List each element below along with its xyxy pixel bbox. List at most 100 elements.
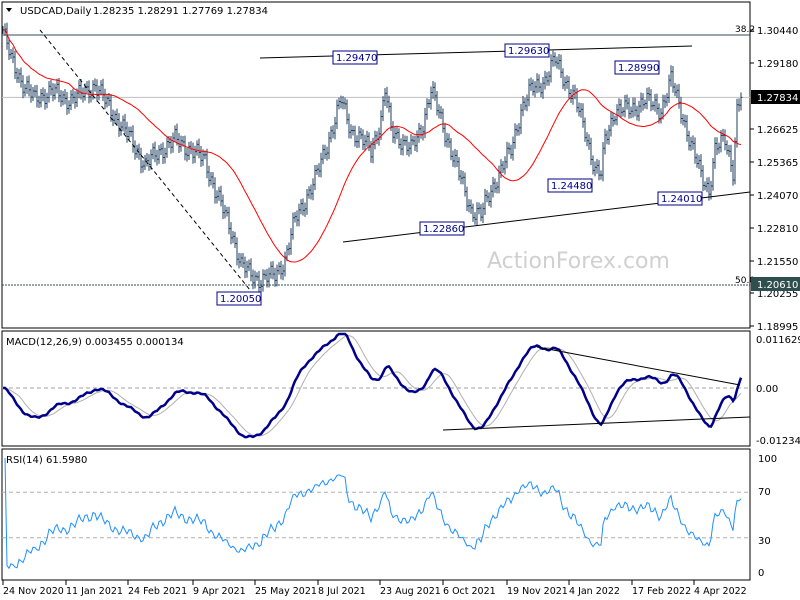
chart-svg: ActionForex.com 38.250.01.294701.296301.…: [1, 1, 800, 597]
macd-tick-label: 0.011629: [756, 335, 800, 346]
price-bar: [610, 112, 613, 137]
price-bar: [104, 88, 107, 110]
price-bar: [502, 161, 505, 173]
price-bar: [628, 98, 631, 119]
rsi-tick-label: 100: [758, 454, 777, 465]
price-bar: [586, 132, 589, 147]
price-bar: [432, 81, 435, 99]
price-bar: [310, 184, 313, 200]
price-bar: [142, 160, 145, 173]
price-bar: [418, 122, 421, 143]
macd-label: MACD(12,26,9) 0.003455 0.000134: [6, 337, 184, 348]
price-bar: [540, 82, 543, 98]
price-bar: [150, 149, 153, 170]
price-bar: [638, 100, 641, 122]
annotation-label: 1.29470: [336, 53, 377, 64]
price-bar: [240, 253, 243, 267]
price-bar: [678, 83, 681, 109]
date-tick-label: 4 Jan 2022: [569, 586, 620, 597]
price-bar: [210, 171, 213, 186]
price-bar: [154, 141, 157, 163]
date-tick-label: 4 Apr 2022: [694, 586, 747, 597]
annotation-label: 1.24010: [661, 194, 702, 205]
date-tick-label: 11 Jan 2021: [66, 586, 123, 597]
price-bar: [144, 154, 147, 171]
price-bar: [194, 145, 197, 164]
price-bar: [566, 75, 569, 89]
price-bar: [62, 90, 65, 106]
price-bar: [362, 129, 365, 151]
price-bar: [114, 110, 117, 125]
dropdown-triangle-icon[interactable]: [6, 8, 12, 12]
price-bar: [668, 74, 671, 103]
price-bar: [442, 108, 445, 133]
price-bar: [86, 81, 89, 94]
price-bar: [674, 83, 677, 97]
price-bar: [494, 178, 497, 193]
price-bar: [64, 89, 67, 105]
price-bar: [328, 131, 331, 160]
price-bar: [608, 124, 611, 145]
price-bar: [434, 82, 437, 101]
annotation-label: 1.29630: [508, 46, 549, 57]
annotation-label: 1.22860: [423, 224, 464, 235]
price-bar: [358, 126, 361, 148]
price-bar: [272, 261, 275, 280]
price-bar: [606, 130, 609, 145]
price-bar: [10, 49, 13, 60]
price-bar: [270, 261, 273, 279]
price-bar: [532, 79, 535, 96]
price-bar: [312, 178, 315, 201]
price-bar: [426, 98, 429, 120]
price-bar: [654, 93, 657, 112]
price-bar: [716, 137, 719, 156]
rsi-tick-label: 30: [758, 536, 771, 547]
price-bar: [128, 126, 131, 142]
price-bar: [100, 80, 103, 96]
price-bar: [174, 125, 177, 143]
price-bar: [90, 89, 93, 103]
price-bar: [410, 133, 413, 155]
price-bar: [160, 143, 163, 155]
price-bar: [152, 143, 155, 160]
price-bar: [656, 93, 659, 115]
price-bar: [344, 97, 347, 110]
price-bar: [536, 73, 539, 94]
price-bar: [446, 132, 449, 148]
price-bar: [382, 96, 385, 122]
price-bar: [178, 133, 181, 154]
price-bar: [634, 97, 637, 117]
price-bar: [230, 222, 233, 245]
price-bar: [296, 210, 299, 227]
price-bar: [724, 129, 727, 151]
price-bar: [646, 87, 649, 110]
price-bar: [622, 107, 625, 117]
price-bar: [542, 76, 545, 99]
price-bar: [12, 47, 15, 64]
price-bar: [286, 245, 289, 262]
price-bar: [346, 99, 349, 125]
price-bar: [48, 81, 51, 103]
price-bar: [452, 150, 455, 167]
price-bar: [222, 194, 225, 220]
annotation-label: 1.24480: [551, 181, 592, 192]
price-bar: [504, 156, 507, 175]
price-bar: [660, 108, 663, 124]
price-bar: [718, 142, 721, 154]
upper-trendline: [259, 45, 693, 59]
price-bar: [568, 76, 571, 99]
price-bar: [558, 53, 561, 70]
price-bar: [326, 146, 329, 161]
price-bar: [350, 124, 353, 139]
date-tick-label: 8 Jul 2021: [318, 586, 366, 597]
price-bar: [368, 132, 371, 152]
price-bar: [508, 142, 511, 155]
price-bar: [166, 137, 169, 158]
price-bar: [72, 88, 75, 104]
price-bar: [170, 135, 173, 154]
price-bar: [690, 136, 693, 151]
price-bar: [562, 68, 565, 89]
price-bar: [620, 99, 623, 118]
price-bar: [706, 177, 709, 193]
rsi-tick-label: 0: [758, 568, 764, 579]
